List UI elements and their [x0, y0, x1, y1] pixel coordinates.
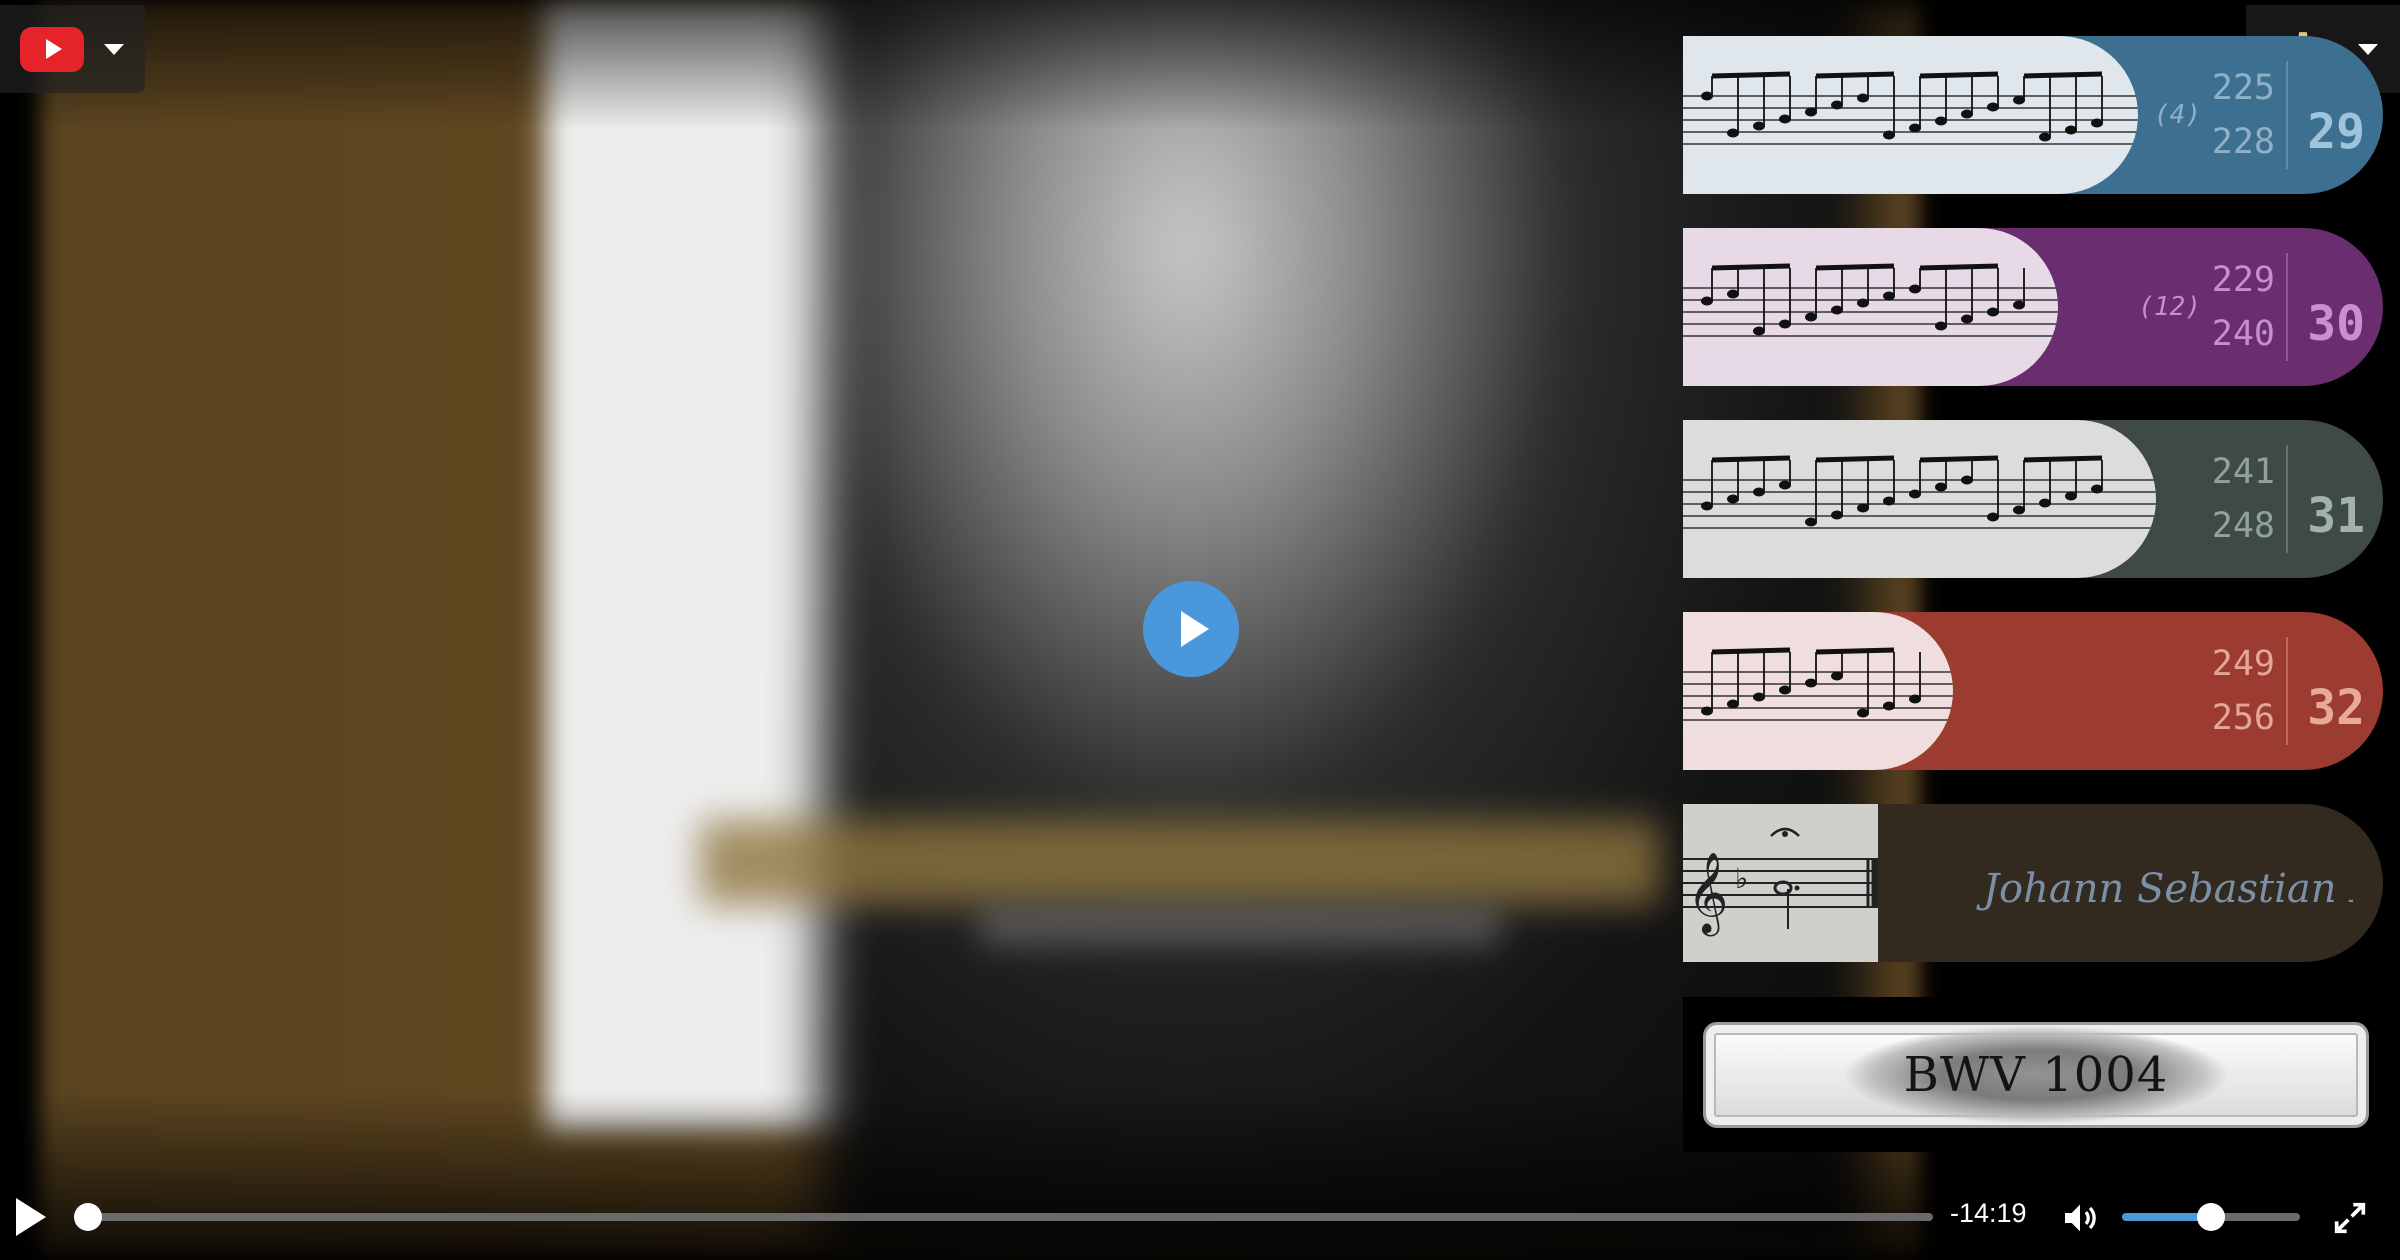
- measure-start: 241: [2211, 452, 2275, 492]
- fullscreen-icon: [2334, 1202, 2366, 1234]
- section-number: 32: [2307, 680, 2365, 736]
- play-button[interactable]: [16, 1197, 56, 1237]
- svg-text:♭: ♭: [1735, 862, 1748, 895]
- signature: Johann Sebastian Bach: [1973, 804, 2353, 962]
- youtube-menu-button[interactable]: [0, 5, 145, 93]
- svg-text:𝄞: 𝄞: [1687, 851, 1728, 936]
- measure-count: (4): [2154, 100, 2201, 130]
- play-icon: [1181, 611, 1209, 647]
- measure-start: 229: [2211, 260, 2275, 300]
- measure-range: 249 256: [2212, 612, 2275, 770]
- progress-bar[interactable]: [74, 1203, 1933, 1231]
- measure-end: 240: [2211, 314, 2275, 354]
- section-number: 29: [2307, 104, 2365, 160]
- video-player[interactable]: (4) 225 228 29 (12) 229 240 30 241 248 31 249 256 32 …: [0, 0, 2400, 1260]
- measure-range: 229 240: [2212, 228, 2275, 386]
- catalog-plaque: BWV 1004: [1683, 997, 2383, 1152]
- volume-slider[interactable]: [2122, 1203, 2300, 1231]
- measure-start: 225: [2211, 68, 2275, 108]
- measure-end: 248: [2211, 506, 2275, 546]
- youtube-logo-icon: [20, 26, 84, 72]
- section-number: 31: [2307, 488, 2365, 544]
- remaining-time: -14:19: [1950, 1198, 2027, 1228]
- divider: [2286, 61, 2288, 169]
- play-icon: [16, 1198, 46, 1236]
- measure-range: 241 248: [2212, 420, 2275, 578]
- final-section-card[interactable]: 𝄞 ♭ Johann Sebastian Bach: [1683, 804, 2383, 962]
- section-number: 30: [2307, 296, 2365, 352]
- section-card-29[interactable]: (4) 225 228 29: [1683, 36, 2383, 194]
- section-card-30[interactable]: (12) 229 240 30: [1683, 228, 2383, 386]
- score-excerpt: [1683, 612, 1953, 770]
- score-excerpt: [1683, 420, 2156, 578]
- measure-count: (12): [2138, 292, 2201, 322]
- divider: [2286, 253, 2288, 361]
- measure-end: 228: [2211, 122, 2275, 162]
- score-excerpt-image: [1683, 71, 2138, 145]
- score-excerpt: [1683, 36, 2138, 194]
- big-play-button[interactable]: [1143, 581, 1239, 677]
- volume-handle[interactable]: [2197, 1203, 2225, 1231]
- fullscreen-button[interactable]: [2330, 1198, 2370, 1238]
- volume-button[interactable]: [2060, 1198, 2100, 1238]
- divider: [2286, 637, 2288, 745]
- section-card-31[interactable]: 241 248 31: [1683, 420, 2383, 578]
- measure-start: 249: [2211, 644, 2275, 684]
- progress-handle[interactable]: [74, 1203, 102, 1231]
- score-excerpt-image: [1683, 263, 2058, 337]
- svg-text:Johann Sebastian Bach: Johann Sebastian Bach: [1976, 866, 2353, 912]
- score-excerpt: [1683, 228, 2058, 386]
- divider: [2286, 445, 2288, 553]
- score-excerpt: 𝄞 ♭: [1683, 804, 1879, 962]
- measure-end: 256: [2211, 698, 2275, 738]
- score-excerpt-image: [1683, 455, 2156, 529]
- volume-icon: [2065, 1204, 2096, 1232]
- score-excerpt-image: 𝄞 ♭: [1683, 827, 1879, 936]
- measure-range: 225 228: [2212, 36, 2275, 194]
- section-card-32[interactable]: 249 256 32: [1683, 612, 2383, 770]
- score-excerpt-image: [1683, 647, 1953, 721]
- catalog-number: BWV 1004: [1903, 1047, 2169, 1103]
- control-bar: -14:19: [0, 1180, 2400, 1260]
- chevron-down-icon: [104, 43, 124, 55]
